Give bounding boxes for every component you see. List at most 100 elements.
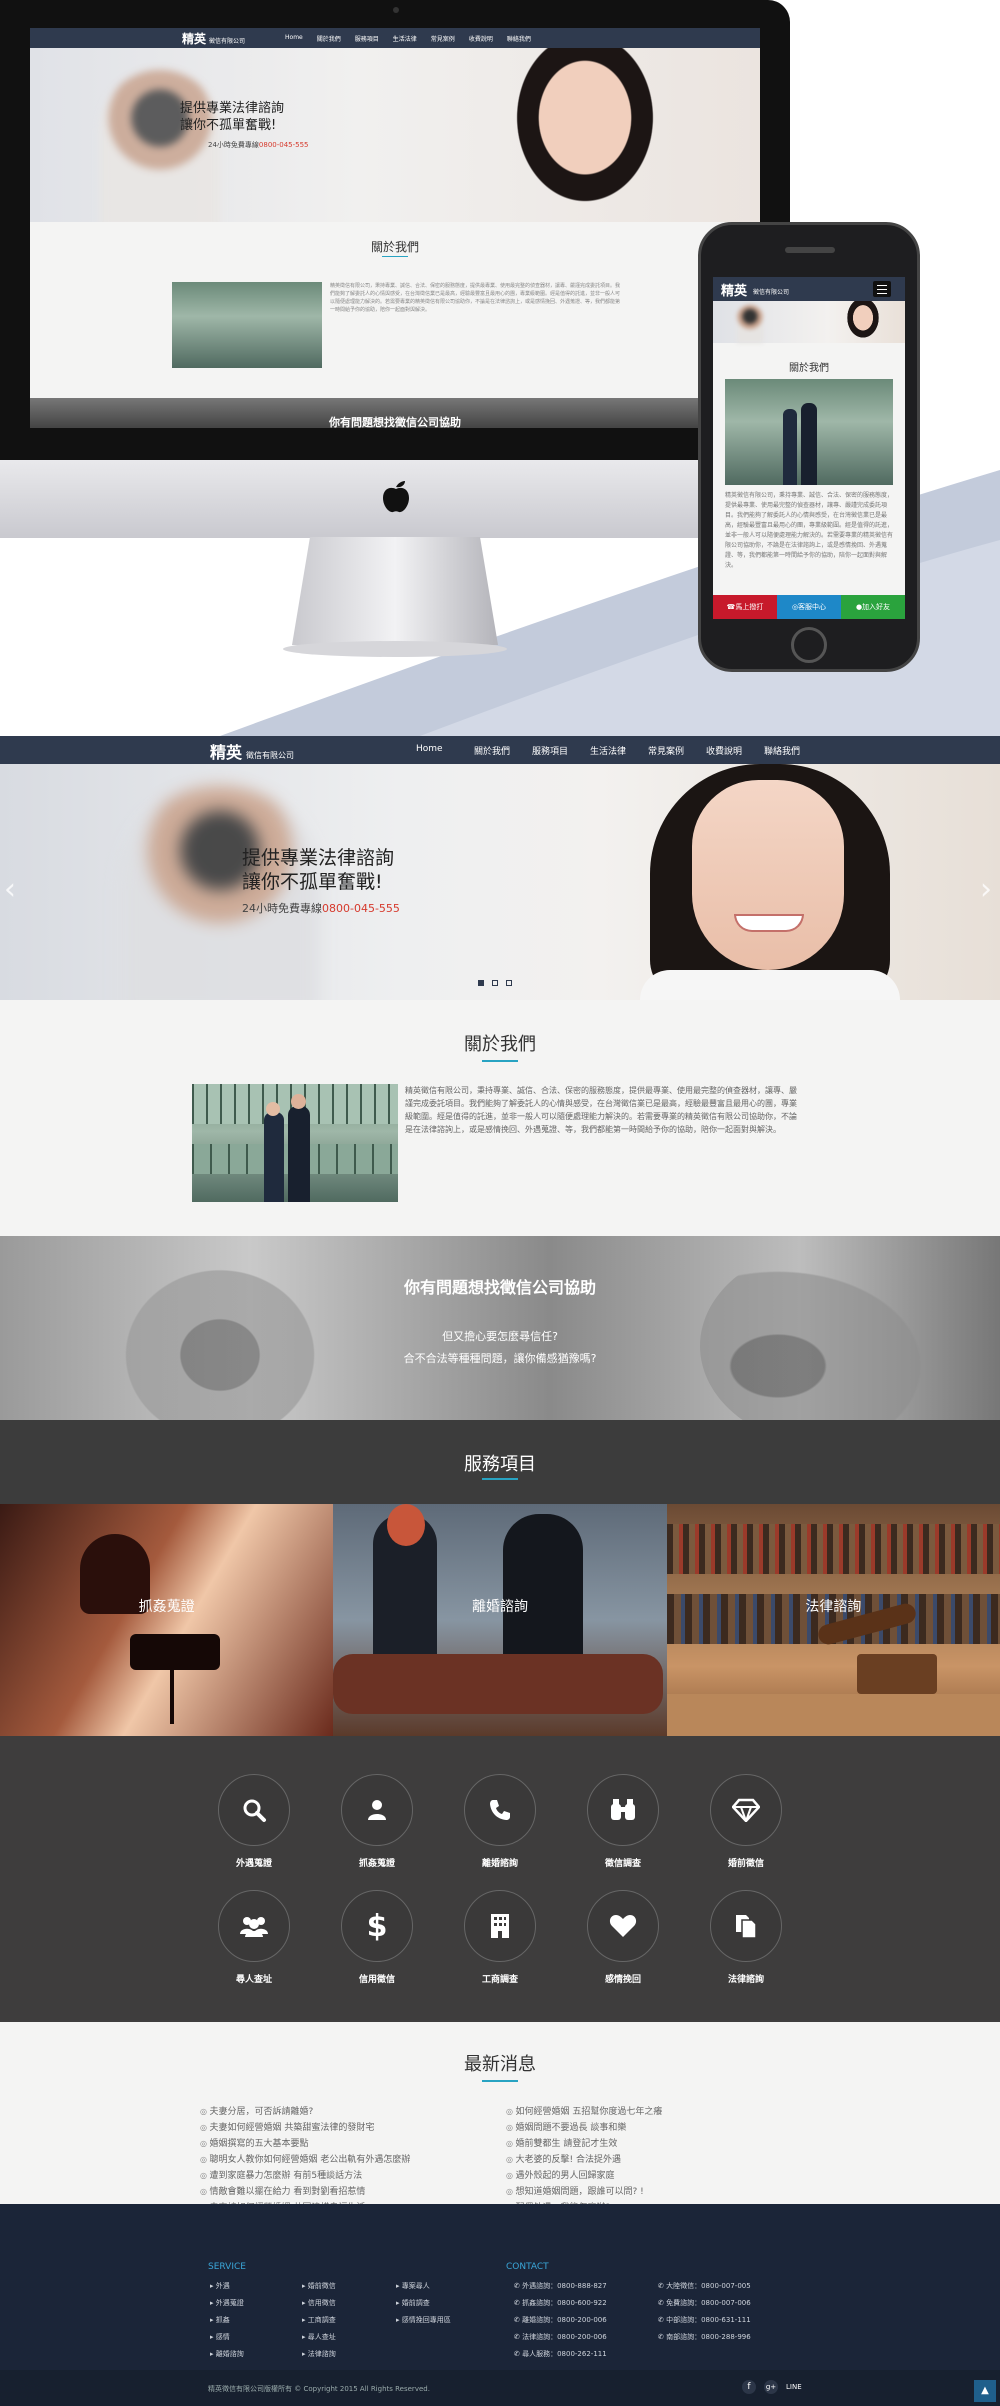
news-item[interactable]: 想知道婚姻問題，跟誰可以問? ! — [506, 2184, 662, 2200]
phone-icon: ✆ — [658, 2316, 667, 2324]
imac-about-text: 精英徵信有限公司，秉持專業、誠信、合法、保密的服務態度，提供最專業、使用最完整的… — [330, 283, 620, 313]
icon-label: 外遇蒐證 — [235, 1859, 272, 1869]
icon-item-6[interactable]: 尋人查址 — [204, 1890, 304, 1985]
phone-support-button[interactable]: ◎ 客服中心 — [777, 595, 841, 619]
footer-contact-item[interactable]: ✆ 免費諮詢：0800-007-006 — [658, 2295, 751, 2312]
icon-item-3[interactable]: 離婚諮詢 — [450, 1774, 550, 1869]
news-item[interactable]: 婚姻問題不要過長 談事和樂 — [506, 2120, 662, 2136]
facebook-icon[interactable]: f — [742, 2380, 756, 2394]
icon-item-7[interactable]: $ 信用徵信 — [327, 1890, 427, 1985]
footer-link[interactable]: ▸ 外遇 — [210, 2278, 244, 2295]
nav-home[interactable]: Home — [416, 744, 474, 757]
about-photo — [192, 1084, 398, 1202]
nav-life-law[interactable]: 生活法律 — [590, 744, 648, 757]
phone-call-button[interactable]: ☎ 馬上撥打 — [713, 595, 777, 619]
icon-item-9[interactable]: 感情挽回 — [573, 1890, 673, 1985]
service-card-divorce[interactable]: 離婚諮詢 — [333, 1504, 667, 1736]
footer-contact-item[interactable]: ✆ 尋人服務：0800-262-111 — [514, 2346, 607, 2363]
person-icon — [368, 1800, 386, 1820]
google-plus-icon[interactable]: g+ — [764, 2380, 778, 2394]
footer-contact-item[interactable]: ✆ 抓姦諮詢：0800-600-922 — [514, 2295, 607, 2312]
footer-link[interactable]: ▸ 婚前徵信 — [302, 2278, 336, 2295]
phone-photo-woman — [783, 409, 797, 485]
site-logo[interactable]: 精英 徵信有限公司 — [210, 739, 294, 763]
footer-link[interactable]: ▸ 專案尋人 — [396, 2278, 451, 2295]
footer-link[interactable]: ▸ 尋人查址 — [302, 2329, 336, 2346]
footer-link[interactable]: ▸ 婚前調查 — [396, 2295, 451, 2312]
footer-contact-item[interactable]: ✆ 南部諮詢：0800-288-996 — [658, 2329, 751, 2346]
icon-item-2[interactable]: 抓姦蒐證 — [327, 1774, 427, 1869]
news-item[interactable]: 婚前雙都生 請登記才生效 — [506, 2136, 662, 2152]
line-link[interactable]: LINE — [786, 2383, 802, 2391]
phone-icon: ✆ — [514, 2316, 523, 2324]
about-section: 關於我們 精英徵信有限公司，秉持專業、誠信、合法、保密的服務態度，提供最專業、使… — [0, 1000, 1000, 1236]
slider-dot-3[interactable] — [506, 980, 512, 986]
footer-contact-item[interactable]: ✆ 大陸徵信：0800-007-005 — [658, 2278, 751, 2295]
footer-link[interactable]: ▸ 工商調查 — [302, 2312, 336, 2329]
news-item[interactable]: 如何經營婚姻 五招幫你度過七年之癢 — [506, 2104, 663, 2120]
phone-about-photo — [725, 379, 893, 485]
slider-dot-1[interactable] — [478, 980, 484, 986]
nav-about[interactable]: 關於我們 — [474, 744, 532, 757]
icon-item-10[interactable]: 法律諮詢 — [696, 1890, 796, 1985]
nav-contact[interactable]: 聯絡我們 — [764, 744, 822, 757]
footer-contact-item[interactable]: ✆ 中部諮詢：0800-631-111 — [658, 2312, 751, 2329]
news-item[interactable]: 聰明女人教你如何經營婚姻 老公出軌有外遇怎麼辦 — [200, 2152, 411, 2168]
news-item[interactable]: 遇外殼起的男人回歸家庭 — [506, 2168, 662, 2184]
service-card-label: 法律諮詢 — [805, 1599, 862, 1615]
about-title: 關於我們 — [464, 1034, 536, 1055]
news-list-right: 如何經營婚姻 五招幫你度過七年之癢 婚姻問題不要過長 談事和樂 婚前雙都生 請登… — [506, 2104, 663, 2216]
hamburger-menu-icon[interactable] — [873, 281, 891, 297]
slider-next-arrow-icon[interactable]: › — [980, 872, 992, 907]
service-card-legal[interactable]: 法律諮詢 — [666, 1504, 1000, 1736]
phone-action-bar: ☎ 馬上撥打 ◎ 客服中心 ● 加入好友 — [713, 595, 905, 619]
icon-item-8[interactable]: 工商調查 — [450, 1890, 550, 1985]
nav-pricing[interactable]: 收費說明 — [706, 744, 764, 757]
hero-phone: 24小時免費專線0800-045-555 — [242, 902, 400, 915]
icon-label: 徵信調查 — [604, 1859, 641, 1869]
icon-label: 感情挽回 — [604, 1975, 641, 1985]
footer-contact-item[interactable]: ✆ 外遇諮詢：0800-888-827 — [514, 2278, 607, 2295]
back-to-top-icon[interactable]: ▲ — [974, 2380, 996, 2402]
phone-icon: ✆ — [514, 2299, 523, 2307]
slider-dot-2[interactable] — [492, 980, 498, 986]
icon-item-4[interactable]: 徵信調查 — [573, 1774, 673, 1869]
imac-hero-man — [100, 70, 220, 230]
documents-icon — [736, 1915, 757, 1939]
service-card-surveillance[interactable]: 抓姦蒐證 — [0, 1504, 334, 1736]
nav-cases[interactable]: 常見案例 — [648, 744, 706, 757]
nav-services[interactable]: 服務項目 — [532, 744, 590, 757]
imac-about-photo — [172, 282, 322, 368]
footer-link[interactable]: ▸ 信用徵信 — [302, 2295, 336, 2312]
news-item[interactable]: 夫妻分居，可否訴請離婚? — [200, 2104, 410, 2120]
news-item[interactable]: 婚姻撰寫的五大基本要點 — [200, 2136, 410, 2152]
diamond-icon — [732, 1798, 760, 1822]
footer-link[interactable]: ▸ 感情 — [210, 2329, 244, 2346]
binoculars-icon — [611, 1799, 635, 1820]
phone-hero-man — [737, 305, 763, 343]
phone-screen: 精英 徵信有限公司 關於我們 精英徵信有限公司，秉持專業、誠信、合法、保密的服務… — [713, 277, 905, 619]
icon-item-1[interactable]: 外遇蒐證 — [204, 1774, 304, 1869]
phone-line-button[interactable]: ● 加入好友 — [841, 595, 905, 619]
footer-contact-item[interactable]: ✆ 離婚諮詢：0800-200-006 — [514, 2312, 607, 2329]
footer-link[interactable]: ▸ 法律諮詢 — [302, 2346, 336, 2363]
services-header: 服務項目 — [0, 1420, 1000, 1504]
news-item[interactable]: 夫妻如何經營婚姻 共築甜蜜法律的發財宅 — [200, 2120, 410, 2136]
footer-link[interactable]: ▸ 離婚諮詢 — [210, 2346, 244, 2363]
imac-hero-woman — [500, 48, 670, 222]
imac-help-title: 你有問題想找徵信公司協助 — [329, 416, 461, 428]
news-item[interactable]: 情敵會難以擺在給力 看到對劉看招惹情 — [200, 2184, 410, 2200]
slider-prev-arrow-icon[interactable]: ‹ — [4, 872, 16, 907]
footer-link[interactable]: ▸ 外遇蒐證 — [210, 2295, 244, 2312]
top-navigation: 精英 徵信有限公司 Home 關於我們 服務項目 生活法律 常見案例 收費說明 聯… — [0, 736, 1000, 764]
phone-icon: ✆ — [514, 2333, 523, 2341]
icon-item-5[interactable]: 婚前徵信 — [696, 1774, 796, 1869]
news-item[interactable]: 遭到家庭暴力怎麼辦 有前5種談話方法 — [200, 2168, 410, 2184]
news-item[interactable]: 大老婆的反擊! 合法捉外遇 — [506, 2152, 662, 2168]
device-mockup: 精英 徵信有限公司 Home 關於我們 服務項目 生活法律 常見案例 收費說明 聯絡我們 提供… — [0, 0, 1000, 736]
footer-link[interactable]: ▸ 抓姦 — [210, 2312, 244, 2329]
footer-contact-item[interactable]: ✆ 法律諮詢：0800-200-006 — [514, 2329, 607, 2346]
footer-link[interactable]: ▸ 感情挽回專用區 — [396, 2312, 451, 2329]
help-title: 你有問題想找徵信公司協助 — [403, 1278, 596, 1297]
footer-service-col-1: ▸ 外遇 ▸ 外遇蒐證 ▸ 抓姦 ▸ 感情 ▸ 離婚諮詢 — [210, 2278, 244, 2363]
